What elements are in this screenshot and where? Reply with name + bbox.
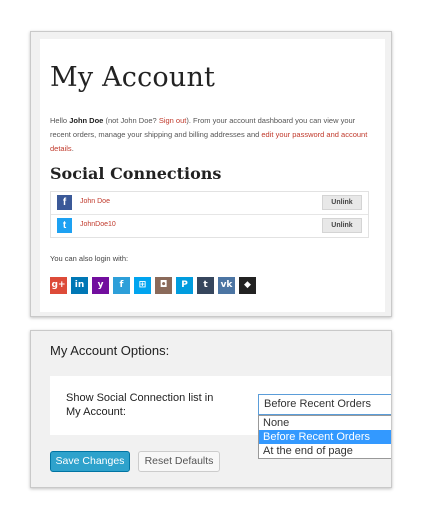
github-icon[interactable]: ◆ xyxy=(239,277,256,294)
page-title: My Account xyxy=(50,62,216,93)
connections-table: f John Doe Unlink t JohnDoe10 Unlink xyxy=(50,191,369,238)
social-list-dropdown: None Before Recent Orders At the end of … xyxy=(258,415,391,459)
also-login-text: You can also login with: xyxy=(50,254,129,263)
save-changes-button[interactable]: Save Changes xyxy=(50,451,130,472)
linkedin-icon[interactable]: in xyxy=(71,277,88,294)
connection-name[interactable]: John Doe xyxy=(80,198,110,205)
account-page: My Account Hello John Doe (not John Doe?… xyxy=(40,39,385,312)
reset-defaults-button[interactable]: Reset Defaults xyxy=(138,451,220,472)
facebook-icon: f xyxy=(57,195,72,210)
options-card: My Account Options: Show Social Connecti… xyxy=(30,330,392,488)
instagram-icon[interactable]: ◘ xyxy=(155,277,172,294)
connection-row-twitter: t JohnDoe10 Unlink xyxy=(51,215,368,237)
vk-icon[interactable]: vk xyxy=(218,277,235,294)
option-none[interactable]: None xyxy=(259,416,391,430)
hello-prefix: Hello xyxy=(50,116,70,125)
google-plus-icon[interactable]: g+ xyxy=(50,277,67,294)
options-heading: My Account Options: xyxy=(50,343,170,358)
option-before-recent-orders[interactable]: Before Recent Orders xyxy=(259,430,391,444)
foursquare-icon[interactable]: f xyxy=(113,277,130,294)
user-name: John Doe xyxy=(69,116,104,125)
yahoo-icon[interactable]: y xyxy=(92,277,109,294)
unlink-facebook-button[interactable]: Unlink xyxy=(322,195,362,210)
connection-name[interactable]: JohnDoe10 xyxy=(80,221,116,228)
option-end-of-page[interactable]: At the end of page xyxy=(259,444,391,458)
connection-row-facebook: f John Doe Unlink xyxy=(51,192,368,215)
welcome-text: Hello John Doe (not John Doe? Sign out).… xyxy=(50,114,370,156)
social-connections-heading: Social Connections xyxy=(50,164,222,183)
unlink-twitter-button[interactable]: Unlink xyxy=(322,218,362,233)
paypal-icon[interactable]: P xyxy=(176,277,193,294)
twitter-icon: t xyxy=(57,218,72,233)
sign-out-link[interactable]: Sign out xyxy=(159,116,187,125)
windows-icon[interactable]: ⊞ xyxy=(134,277,151,294)
tumblr-icon[interactable]: t xyxy=(197,277,214,294)
not-user-text: (not John Doe? xyxy=(103,116,159,125)
social-list-label: Show Social Connection list in My Accoun… xyxy=(66,392,214,418)
social-list-select[interactable]: Before Recent Orders xyxy=(258,394,391,415)
account-card: My Account Hello John Doe (not John Doe?… xyxy=(30,31,392,317)
sentence-end: . xyxy=(71,144,74,153)
